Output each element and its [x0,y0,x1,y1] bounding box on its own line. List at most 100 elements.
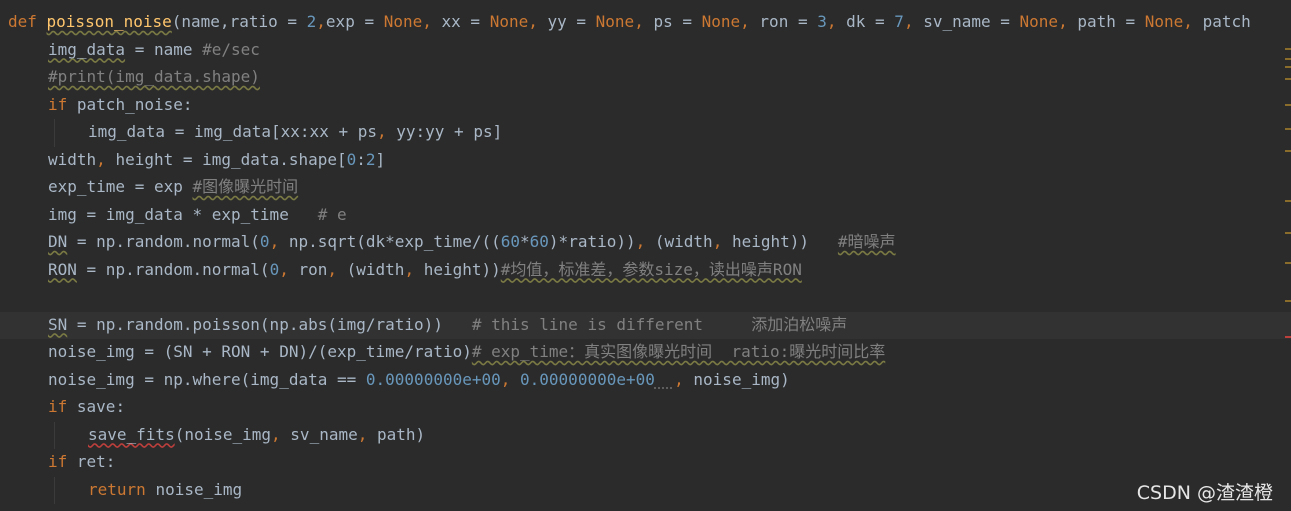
code-token: (name, [171,12,230,31]
code-token: ratio [229,12,278,31]
scroll-marker[interactable] [1285,104,1291,106]
scroll-marker[interactable] [1285,128,1291,130]
code-text: noise_img = (SN + RON + DN)/(exp_time/ra… [48,341,885,363]
code-token: 60 [500,232,521,251]
code-token: height)) [731,232,838,251]
code-text: img_data = name #e/sec [48,39,260,61]
code-token: = np.random.poisson(np.abs(img/ratio)) [67,314,472,334]
code-token: None [489,12,529,31]
code-token: height)) [423,259,501,279]
code-token: (noise_img [174,424,272,444]
code-token: , [404,259,424,279]
code-token: #e/sec [202,39,260,59]
code-token: noise_img = np.where(img_data == [48,369,366,389]
code-line[interactable]: if ret: [0,449,1291,477]
code-line[interactable]: SN = np.random.poisson(np.abs(img/ratio)… [0,311,1291,339]
code-line[interactable] [0,284,1291,312]
scroll-marker[interactable] [1285,200,1291,202]
code-token: 2 [365,149,376,169]
code-token: 0 [259,232,270,251]
code-line[interactable]: if patch_noise: [0,92,1291,120]
code-line[interactable]: def poisson_noise(name,ratio = 2,exp = N… [0,9,1291,37]
code-token: sv_name [290,424,358,444]
code-text: if ret: [48,451,115,473]
watermark: CSDN @渣渣橙 [1136,482,1273,504]
code-token: if [48,397,77,416]
code-token: = np.random.normal( [67,232,260,251]
code-token: 3 [817,12,827,31]
code-token: #暗噪声 [837,232,896,251]
code-token: 0 [269,259,280,279]
code-token: 7 [894,12,904,31]
scroll-marker[interactable] [1285,336,1291,338]
code-line[interactable]: width, height = img_data.shape[0:2] [0,147,1291,175]
code-token: path = [1077,12,1145,31]
code-token: 0.00000000e+00 [365,369,501,389]
code-token: , [1183,12,1203,31]
scroll-marker[interactable] [1285,300,1291,302]
code-token: patch [1202,12,1251,31]
code-line[interactable]: noise_img = (SN + RON + DN)/(exp_time/ra… [0,339,1291,367]
code-token: xx = [441,12,490,31]
code-token: save_fits [88,424,175,444]
code-token: , [279,259,299,279]
code-line[interactable]: img_data = img_data[xx:xx + ps, yy:yy + … [0,119,1291,147]
code-token: 0.00000000e+00 [520,369,655,389]
code-line[interactable]: save_fits(noise_img, sv_name, path) [0,421,1291,449]
code-token: DN [48,232,68,251]
code-token: RON [48,259,77,279]
code-token: None [1019,12,1059,31]
indent-guide [54,119,55,147]
code-line[interactable]: img = img_data * exp_time # e [0,202,1291,230]
code-line[interactable]: exp_time = exp #图像曝光时间 [0,174,1291,202]
code-token: #均值，标准差，参数size，读出噪声RON [500,259,802,279]
scroll-marker[interactable] [1285,48,1291,50]
code-token: 60 [529,232,549,251]
code-text: img_data = img_data[xx:xx + ps, yy:yy + … [88,121,502,143]
scroll-marker[interactable] [1285,58,1291,60]
code-token: noise_img = (SN + RON + DN)/(exp_time/ra… [48,342,472,361]
scroll-marker[interactable] [1285,232,1291,234]
error-stripe[interactable] [1283,0,1291,511]
code-token: noise_img) [693,369,790,389]
indent-guide [54,421,55,449]
code-text: SN = np.random.poisson(np.abs(img/ratio)… [48,314,847,336]
code-line[interactable]: if save: [0,394,1291,422]
code-token: exp_time = exp [48,177,193,196]
code-token: ron [298,259,328,279]
code-token: # exp_time：真实图像曝光时间 ratio:曝光时间比率 [471,342,886,361]
scroll-marker[interactable] [1285,262,1291,264]
code-token: def [8,12,47,31]
code-token: ps = [653,12,702,31]
code-token: : [356,149,366,169]
code-token: , [269,232,289,251]
code-token: img = img_data * exp_time [48,204,318,224]
code-line[interactable]: img_data = name #e/sec [0,37,1291,65]
code-text: return noise_img [88,479,242,501]
scroll-marker[interactable] [1285,150,1291,152]
scroll-marker[interactable] [1285,78,1291,80]
code-token: ] [375,149,386,169]
code-token: = [277,12,307,31]
code-line[interactable]: RON = np.random.normal(0, ron, (width, h… [0,257,1291,285]
code-token: #print(img_data.shape) [48,67,260,86]
code-text: save_fits(noise_img, sv_name, path) [88,424,425,446]
code-text: if patch_noise: [48,94,193,116]
code-token: poisson_noise [46,12,172,31]
code-token: , [674,369,694,389]
code-token: (width [654,232,713,251]
code-token: return [88,479,156,499]
code-line[interactable]: DN = np.random.normal(0, np.sqrt(dk*exp_… [0,229,1291,257]
code-token: , [96,149,116,169]
code-line[interactable]: return noise_img [0,476,1291,504]
code-line[interactable]: #print(img_data.shape) [0,64,1291,92]
scroll-marker[interactable] [1285,66,1291,68]
code-editor[interactable]: def poisson_noise(name,ratio = 2,exp = N… [0,0,1291,511]
code-token: None [1144,12,1184,31]
code-token: img_data [48,39,126,59]
code-token: patch_noise: [76,94,193,114]
code-token: sv_name = [923,12,1020,31]
code-line[interactable]: noise_img = np.where(img_data == 0.00000… [0,367,1291,395]
code-token: , [635,232,655,251]
